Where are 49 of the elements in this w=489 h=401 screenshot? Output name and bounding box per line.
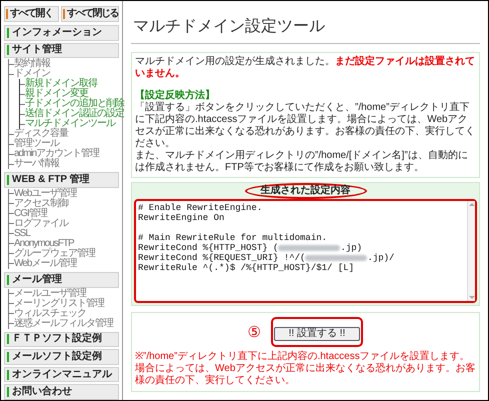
expand-button[interactable]: すべて閉じる — [61, 6, 119, 22]
code-text: # Main RewriteRule for multidomain. — [138, 233, 328, 243]
sidebar-section-header[interactable]: サイト管理 — [4, 42, 119, 58]
code-text: RewriteRule ^(.*)$ /%{HTTP_HOST}/$1/ [L] — [138, 263, 354, 273]
code-text: RewriteEngine On — [138, 213, 224, 223]
sidebar-section-header[interactable]: WEB & FTP 管理 — [4, 172, 119, 188]
sidebar-link[interactable]: サーバ情報 — [14, 159, 59, 170]
code-text: RewriteCond %{REQUEST_URI} !^/( — [138, 253, 306, 263]
code-text: RewriteCond %{HTTP_HOST} ( — [138, 243, 278, 253]
sidebar-link[interactable]: 親ドメイン変更 — [25, 89, 88, 100]
warning-note: ※”/home”ディレクトリ直下に上記内容の.htaccessファイルを設置します。場合によっては、Webアクセスが正常に出来なくなる恐れがあります。お客様の責任の下、実行してください。 — [135, 351, 476, 387]
expand-button[interactable]: すべて開く — [4, 6, 59, 22]
scrollbar[interactable] — [467, 201, 475, 301]
sidebar-link[interactable]: ディスク容量 — [14, 129, 68, 140]
sidebar-link[interactable]: 管理ツール — [14, 139, 59, 150]
sidebar-link[interactable]: 送信ドメイン認証の設定 — [25, 109, 124, 120]
sidebar-section-header[interactable]: オンラインマニュアル — [4, 366, 119, 382]
install-button[interactable]: !! 設置する !! — [274, 327, 360, 341]
sidebar-section-header[interactable]: メールソフト設定例 — [4, 349, 119, 365]
section-heading: 【設定反映方法】 — [135, 90, 216, 102]
code-text: .jp) — [340, 243, 362, 253]
sidebar-link[interactable]: メールユーザ管理 — [14, 288, 86, 298]
redaction-mark — [278, 245, 340, 251]
code-box[interactable]: # Enable RewriteEngine. RewriteEngine On # Main RewriteRule for multidomain. RewriteCond %{HTTP_HOST} ( .jp) RewriteCond %{REQUEST_URI} !^/( .jp)/ RewriteRule ^(.*)$ /%{HTTP_HOST}/$1/ [L] — [134, 199, 477, 303]
sidebar-link[interactable]: ログファイル — [14, 218, 68, 229]
sidebar-link[interactable]: グループウェア管理 — [14, 248, 95, 259]
sidebar-link[interactable]: 迷惑メールフィルタ管理 — [14, 318, 113, 328]
notice-text: マルチドメイン用の設定が生成されました。まだ設定ファイルは設置されていません。 — [135, 56, 476, 80]
sidebar-link[interactable]: CGI管理 — [14, 208, 47, 219]
sidebar-section-header[interactable]: メール管理 — [4, 272, 119, 288]
sidebar-link[interactable]: adminアカウント管理 — [14, 149, 100, 160]
redaction-mark — [305, 255, 368, 261]
sidebar-link[interactable]: AnonymousFTP — [14, 238, 74, 249]
sidebar-section-header[interactable]: インフォメーション — [4, 25, 119, 41]
sidebar-link[interactable]: ウィルスチェック — [14, 308, 86, 318]
info-paragraph: また、マルチドメイン用ディレクトリの”/home/[ドメイン名]”は、自動的には作成されません。FTP等でお客様にて作成をお願い致します。 — [135, 150, 469, 174]
code-text: .jp)/ — [367, 253, 394, 263]
sidebar-link[interactable]: 契約情報 — [14, 59, 50, 70]
sidebar-link[interactable]: アクセス制御 — [14, 198, 68, 209]
sidebar-link[interactable]: Webユーザ管理 — [14, 188, 76, 199]
sidebar-link[interactable]: メーリングリスト管理 — [14, 298, 104, 308]
sidebar-section-header[interactable]: お問い合わせ — [4, 384, 119, 400]
sidebar-link[interactable]: SSL — [14, 228, 30, 239]
sidebar-section-header[interactable]: ＦＴＰソフト設定例 — [4, 332, 119, 348]
page-title: マルチドメイン設定ツール — [131, 15, 480, 44]
sidebar-link[interactable]: Webメール管理 — [14, 258, 76, 269]
code-text: # Enable RewriteEngine. — [138, 203, 262, 213]
step-number: ⑤ — [248, 324, 261, 340]
info-paragraph: 「設置する」ボタンをクリックしていただくと、”/home”ディレクトリ直下に下記内容の.htaccessファイルを設置します。場合によっては、Webアクセスが正常に出来なくなる恐れがあります。お客様の責任の下、実行してください。 — [135, 102, 476, 150]
